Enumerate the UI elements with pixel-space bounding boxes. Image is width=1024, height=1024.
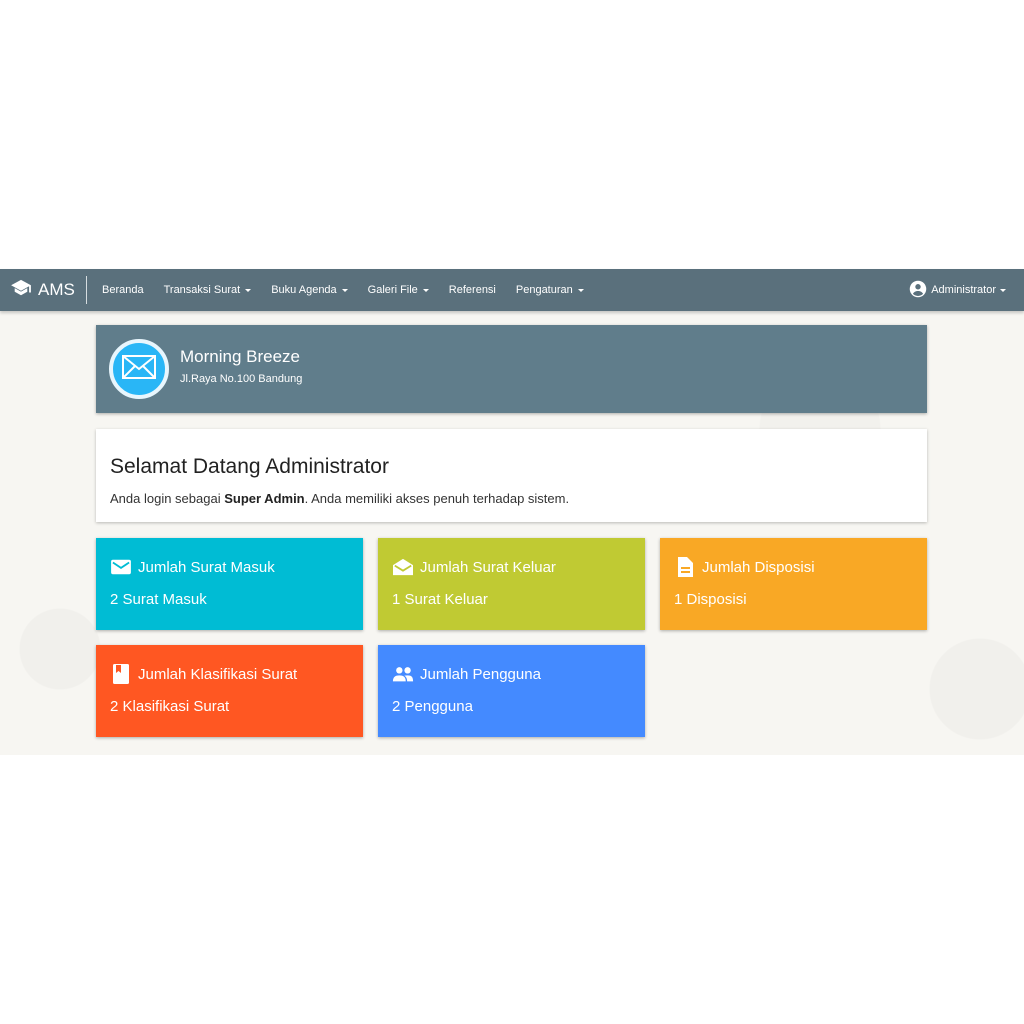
nav-label: Beranda (102, 284, 144, 296)
stat-card-klasifikasi-surat[interactable]: Jumlah Klasifikasi Surat 2 Klasifikasi S… (96, 645, 363, 737)
mail-icon (110, 556, 132, 578)
institution-address: Jl.Raya No.100 Bandung (180, 373, 303, 385)
welcome-card: Selamat Datang Administrator Anda login … (96, 429, 927, 522)
welcome-text: Anda login sebagai Super Admin. Anda mem… (110, 491, 569, 506)
brand-name: AMS (38, 280, 75, 299)
stat-value: 1 Surat Keluar (392, 591, 488, 608)
stat-label: Jumlah Surat Masuk (138, 558, 275, 576)
welcome-title: Selamat Datang Administrator (110, 455, 389, 478)
stat-card-disposisi[interactable]: Jumlah Disposisi 1 Disposisi (660, 538, 927, 630)
main-menu: Beranda Transaksi Surat Buku Agenda Gale… (92, 269, 594, 311)
nav-label: Referensi (448, 284, 496, 296)
stat-value: 2 Klasifikasi Surat (110, 698, 230, 715)
nav-label: Buku Agenda (271, 284, 337, 296)
nav-label: Transaksi Surat (163, 284, 241, 296)
brand-divider (86, 276, 87, 304)
stat-label: Jumlah Klasifikasi Surat (138, 665, 298, 683)
account-circle-icon (909, 280, 927, 301)
book-icon (110, 663, 132, 685)
stat-card-surat-keluar[interactable]: Jumlah Surat Keluar 1 Surat Keluar (378, 538, 645, 630)
stat-card-surat-masuk[interactable]: Jumlah Surat Masuk 2 Surat Masuk (96, 538, 363, 630)
welcome-text-before: Anda login sebagai (110, 491, 225, 506)
app-container: AMS Beranda Transaksi Surat Buku Agenda … (0, 269, 1024, 755)
user-role: Super Admin (224, 491, 305, 506)
stat-card-pengguna[interactable]: Jumlah Pengguna 2 Pengguna (378, 645, 645, 737)
nav-referensi[interactable]: Referensi (439, 269, 506, 311)
caret-down-icon (341, 289, 348, 292)
description-icon (674, 556, 696, 578)
stat-label: Jumlah Pengguna (420, 665, 541, 683)
user-name: Administrator (931, 284, 996, 296)
institution-card: Morning Breeze Jl.Raya No.100 Bandung (96, 325, 927, 413)
caret-down-icon (422, 289, 429, 292)
stat-value: 2 Pengguna (392, 698, 473, 715)
user-menu[interactable]: Administrator (909, 269, 1006, 311)
nav-buku-agenda[interactable]: Buku Agenda (261, 269, 357, 311)
people-icon (392, 663, 414, 685)
stat-label: Jumlah Disposisi (702, 558, 815, 576)
nav-label: Pengaturan (515, 284, 573, 296)
nav-label: Galeri File (367, 284, 418, 296)
brand-link[interactable]: AMS (10, 269, 75, 311)
nav-pengaturan[interactable]: Pengaturan (506, 269, 594, 311)
stat-value: 1 Disposisi (674, 591, 747, 608)
caret-down-icon (1000, 289, 1006, 292)
stat-value: 2 Surat Masuk (110, 591, 207, 608)
envelope-icon (122, 354, 156, 384)
nav-beranda[interactable]: Beranda (92, 269, 154, 311)
institution-name: Morning Breeze (180, 347, 301, 366)
top-navbar: AMS Beranda Transaksi Surat Buku Agenda … (0, 269, 1024, 311)
caret-down-icon (245, 289, 252, 292)
welcome-text-after: . Anda memiliki akses penuh terhadap sis… (304, 491, 570, 506)
stat-label: Jumlah Surat Keluar (420, 558, 556, 576)
institution-logo (109, 339, 169, 399)
nav-transaksi-surat[interactable]: Transaksi Surat (154, 269, 262, 311)
nav-galeri-file[interactable]: Galeri File (358, 269, 439, 311)
school-icon (10, 279, 32, 302)
drafts-icon (392, 556, 414, 578)
caret-down-icon (577, 289, 584, 292)
